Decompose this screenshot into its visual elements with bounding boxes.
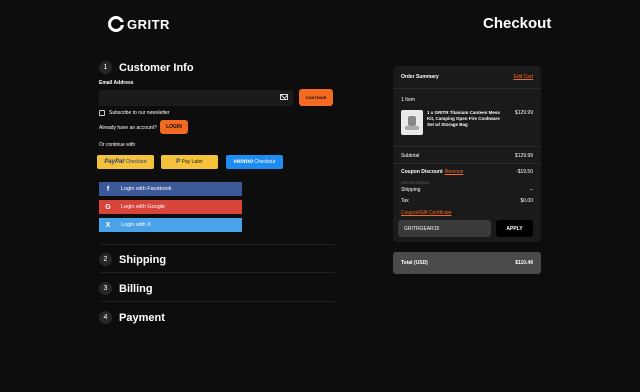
paypal-logo: PayPal [104, 159, 125, 165]
newsletter-label: Subscribe to our newsletter [109, 110, 170, 116]
step-number: 2 [99, 253, 112, 266]
google-icon: G [105, 203, 111, 211]
divider [393, 146, 541, 147]
logo-icon [108, 16, 124, 32]
account-prompt: Already have an account? [99, 125, 157, 131]
brand-name: GRITR [127, 16, 170, 32]
newsletter-checkbox[interactable] [99, 110, 105, 116]
coupon-gift-link[interactable]: Coupon/Gift Certificate [401, 210, 452, 216]
divider [99, 272, 335, 273]
login-button[interactable]: LOGIN [160, 120, 188, 134]
total-value: $110.49 [515, 260, 533, 266]
total-label: Total (USD) [401, 260, 428, 266]
google-label: Login with Google [121, 204, 166, 210]
coupon-label: Coupon Discount [401, 169, 443, 175]
paypal-icon: P [176, 159, 181, 165]
page-title: Checkout [483, 15, 552, 32]
order-summary-title: Order Summary [401, 74, 439, 80]
step-payment[interactable]: 4 Payment [99, 311, 165, 324]
venmo-logo: venmo [233, 159, 253, 165]
login-google-button[interactable]: G Login with Google [99, 200, 242, 214]
applied-coupon-code: GRITRGEAR15 [401, 180, 430, 185]
email-label: Email Address [99, 80, 134, 86]
step-title: Customer Info [119, 61, 194, 74]
tax-row: Tax $0.00 [401, 198, 533, 204]
product-thumbnail [401, 110, 423, 135]
shipping-value: -- [529, 187, 533, 193]
divider [99, 244, 335, 245]
login-facebook-button[interactable]: f Login with Facebook [99, 182, 242, 196]
shipping-label: Shipping [401, 187, 421, 193]
step-number: 3 [99, 282, 112, 295]
newsletter-option[interactable]: Subscribe to our newsletter [99, 110, 170, 116]
paylater-label: Pay Later [181, 159, 203, 165]
email-field[interactable] [99, 90, 293, 106]
continue-button[interactable]: CONTINUE [299, 89, 333, 106]
edit-cart-link[interactable]: Edit Cart [514, 74, 533, 80]
paypal-label: Checkout [125, 159, 147, 165]
mail-icon [280, 94, 288, 100]
venmo-checkout-button[interactable]: venmo Checkout [226, 155, 283, 169]
venmo-label: Checkout [254, 159, 276, 165]
remove-coupon-link[interactable]: Remove [445, 169, 464, 175]
brand-logo[interactable]: GRITR [108, 16, 170, 32]
login-x-button[interactable]: X Login with X [99, 218, 242, 232]
facebook-icon: f [106, 185, 110, 193]
item-count: 1 Item [401, 97, 415, 103]
step-number: 1 [99, 61, 112, 74]
tax-value: $0.00 [520, 198, 533, 204]
order-total: Total (USD) $110.49 [393, 252, 541, 274]
shipping-row: Shipping -- [401, 187, 533, 193]
paypal-paylater-button[interactable]: P Pay Later [161, 155, 218, 169]
subtotal-value: $129.99 [514, 153, 533, 159]
product-price: $129.99 [514, 110, 533, 116]
step-title: Payment [119, 311, 165, 324]
step-shipping[interactable]: 2 Shipping [99, 253, 166, 266]
step-title: Shipping [119, 253, 167, 266]
x-icon: X [105, 221, 111, 229]
paypal-checkout-button[interactable]: PayPal Checkout [97, 155, 154, 169]
divider [99, 301, 335, 302]
or-continue-text: Or continue with [99, 142, 136, 148]
subtotal-row: Subtotal $129.99 [401, 153, 533, 159]
coupon-row: Coupon Discount Remove -$19.50 [401, 169, 533, 175]
step-number: 4 [99, 311, 112, 324]
apply-button[interactable]: APPLY [496, 220, 533, 237]
step-customer-info[interactable]: 1 Customer Info [99, 61, 194, 74]
order-summary-panel: Order Summary Edit Cart 1 Item 1 x GRITR… [393, 66, 541, 242]
divider [393, 88, 541, 89]
coupon-value: -$19.50 [516, 169, 533, 175]
subtotal-label: Subtotal [401, 153, 420, 159]
coupon-input[interactable] [398, 220, 491, 237]
tax-label: Tax [401, 198, 409, 204]
product-name: 1 x GRITR Titanium Canteen Mess Kit, Cam… [427, 110, 500, 127]
divider [393, 163, 541, 164]
x-label: Login with X [121, 222, 151, 228]
step-title: Billing [119, 282, 153, 295]
facebook-label: Login with Facebook [121, 186, 172, 192]
step-billing[interactable]: 3 Billing [99, 282, 153, 295]
